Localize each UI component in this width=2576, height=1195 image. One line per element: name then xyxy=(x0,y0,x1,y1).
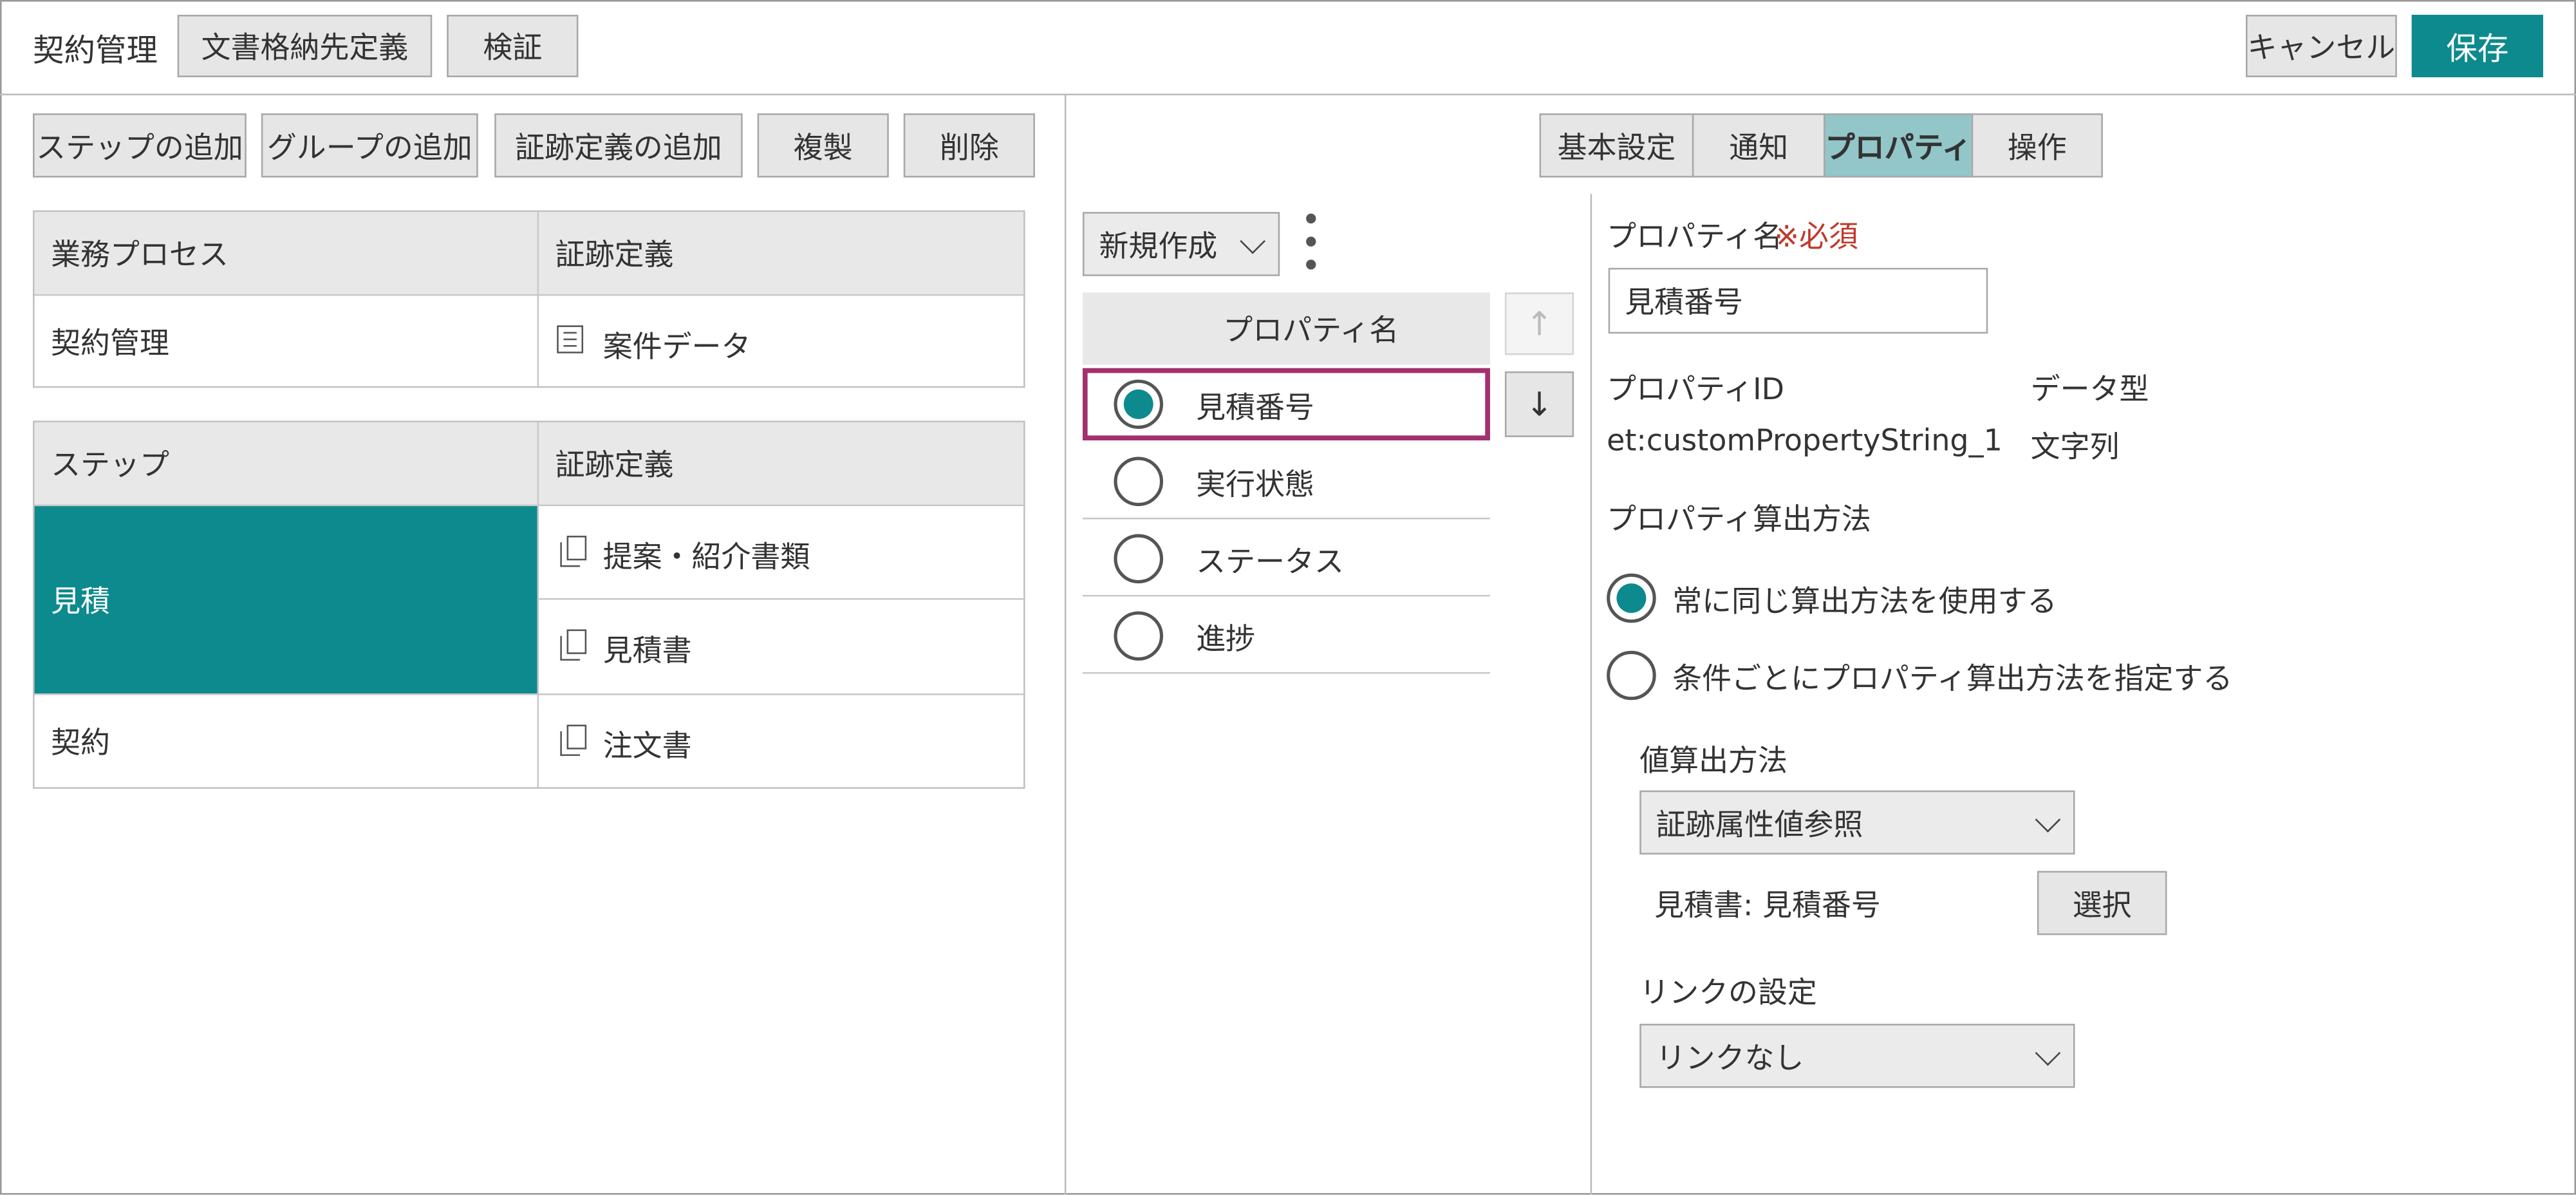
property-name-label: プロパティ名 xyxy=(1607,220,1783,255)
process-column-line xyxy=(537,212,539,388)
link-setting-selected: リンクなし xyxy=(1656,1040,1804,1076)
save-button[interactable]: 保存 xyxy=(2411,14,2543,77)
document-copy-icon xyxy=(560,724,587,757)
add-evidence-button[interactable]: 証跡定義の追加 xyxy=(494,113,743,178)
add-group-button[interactable]: グループの追加 xyxy=(261,113,478,178)
step-cell-keiyaku[interactable]: 契約 xyxy=(35,695,537,787)
document-copy-icon xyxy=(560,536,587,567)
data-type-value: 文字列 xyxy=(2030,430,2120,466)
step-header: ステップ xyxy=(34,422,537,505)
evidence-label: 見積書 xyxy=(602,634,692,669)
link-setting-select[interactable]: リンクなし xyxy=(1639,1024,2075,1088)
link-setting-label: リンクの設定 xyxy=(1639,976,1817,1011)
header-divider xyxy=(0,93,2576,96)
property-name-value: 見積番号 xyxy=(1625,286,1743,321)
calc-radio[interactable] xyxy=(1607,650,1656,701)
data-type-label: データ型 xyxy=(2030,373,2149,408)
evidence-header: 証跡定義 xyxy=(539,212,1024,294)
step-column-line xyxy=(537,422,539,789)
property-radio[interactable] xyxy=(1114,611,1164,661)
tab-property[interactable]: プロパティ xyxy=(1824,113,1974,178)
value-method-label: 値算出方法 xyxy=(1639,744,1787,779)
property-item-label: 見積番号 xyxy=(1196,391,1314,426)
property-name-input[interactable]: 見積番号 xyxy=(1608,268,1988,334)
evidence-label: 提案・紹介書類 xyxy=(602,540,810,576)
property-item-label: 実行状態 xyxy=(1196,468,1314,503)
list-item-divider xyxy=(1082,672,1490,674)
verify-button[interactable]: 検証 xyxy=(447,14,579,77)
tab-basic-settings[interactable]: 基本設定 xyxy=(1539,113,1694,178)
reference-value: 見積書: 見積番号 xyxy=(1654,888,1881,923)
delete-button[interactable]: 削除 xyxy=(903,113,1035,178)
evidence-label: 注文書 xyxy=(602,729,692,764)
property-list-header-label: プロパティ名 xyxy=(1223,314,1399,349)
tab-operation[interactable]: 操作 xyxy=(1971,113,2103,178)
vertical-ellipsis-icon[interactable] xyxy=(1298,211,1324,273)
left-panel-divider xyxy=(1064,93,1067,1195)
move-up-button[interactable]: ↑ xyxy=(1504,292,1574,355)
process-header: 業務プロセス xyxy=(34,212,537,294)
property-id-value: et:customPropertyString_1 xyxy=(1607,424,2002,459)
list-item-divider xyxy=(1082,594,1490,597)
property-radio[interactable] xyxy=(1114,379,1164,429)
page-title: 契約管理 xyxy=(33,33,158,70)
property-list-header: プロパティ名 xyxy=(1082,292,1490,365)
tab-notification[interactable]: 通知 xyxy=(1692,113,1825,178)
calc-option-label: 常に同じ算出方法を使用する xyxy=(1672,585,2057,620)
new-create-button[interactable]: 新規作成 xyxy=(1082,212,1280,276)
property-item-label: 進捗 xyxy=(1196,623,1255,657)
evidence-row-line-1 xyxy=(539,598,1025,600)
calc-radio[interactable] xyxy=(1607,573,1656,623)
property-item-label: ステータス xyxy=(1196,545,1344,580)
arrow-down-icon: ↓ xyxy=(1526,384,1553,424)
property-list-divider xyxy=(1590,194,1592,1195)
select-button[interactable]: 選択 xyxy=(2037,870,2167,936)
move-down-button[interactable]: ↓ xyxy=(1504,371,1574,437)
property-radio[interactable] xyxy=(1114,534,1164,584)
list-document-icon xyxy=(557,325,584,353)
cancel-button[interactable]: キャンセル xyxy=(2245,14,2397,77)
list-item-divider xyxy=(1082,517,1490,520)
storage-definition-tab[interactable]: 文書格納先定義 xyxy=(177,14,433,77)
reference-value-field: 見積書: 見積番号 xyxy=(1639,870,2021,936)
chevron-down-icon xyxy=(2035,805,2061,832)
chevron-down-icon xyxy=(1240,227,1265,254)
step-evidence-header: 証跡定義 xyxy=(539,422,1024,505)
property-id-label: プロパティID xyxy=(1607,373,1785,408)
property-radio[interactable] xyxy=(1114,456,1164,507)
add-step-button[interactable]: ステップの追加 xyxy=(33,113,247,178)
value-method-select[interactable]: 証跡属性値参照 xyxy=(1639,790,2075,855)
arrow-up-icon: ↑ xyxy=(1526,304,1553,344)
document-copy-icon xyxy=(560,629,587,661)
step-cell-mitsumori[interactable]: 見積 xyxy=(34,506,537,694)
value-method-selected: 証跡属性値参照 xyxy=(1656,807,1863,843)
chevron-down-icon xyxy=(2035,1039,2061,1066)
required-mark: ※必須 xyxy=(1774,220,1858,255)
process-evidence-label: 案件データ xyxy=(602,330,751,365)
new-create-label: 新規作成 xyxy=(1099,229,1218,264)
process-cell[interactable]: 契約管理 xyxy=(35,296,537,388)
calc-method-label: プロパティ算出方法 xyxy=(1607,503,1871,538)
duplicate-button[interactable]: 複製 xyxy=(757,113,889,178)
app-window: 契約管理 文書格納先定義 検証 キャンセル 保存 ステップの追加 グループの追加… xyxy=(0,0,2576,1195)
calc-option-label: 条件ごとにプロパティ算出方法を指定する xyxy=(1672,662,2233,697)
